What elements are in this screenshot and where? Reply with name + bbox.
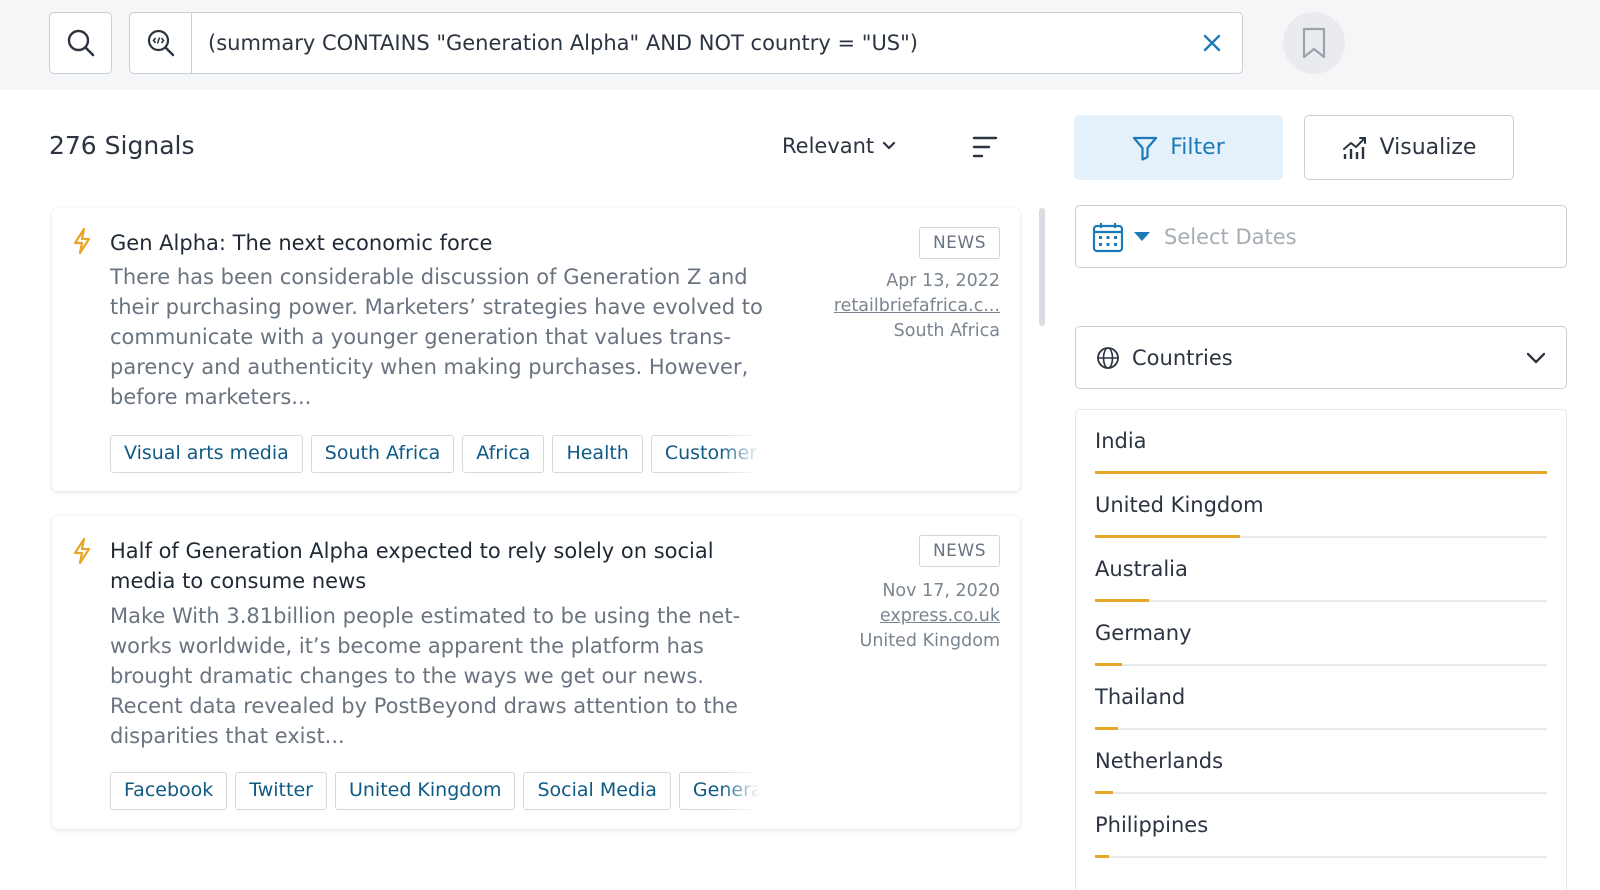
countries-list: India United Kingdom Australia Germany T… [1075, 409, 1567, 890]
country-name: Australia [1095, 557, 1188, 581]
signal-bolt-icon [73, 537, 91, 565]
signal-source-link[interactable]: retailbriefafrica.c... [740, 294, 1000, 319]
search-button[interactable] [49, 12, 112, 74]
country-item-philippines[interactable]: Philippines [1095, 794, 1547, 858]
visualize-button[interactable]: Visualize [1304, 115, 1514, 180]
country-item-united-kingdom[interactable]: United Kingdom [1095, 474, 1547, 538]
query-input[interactable]: (summary CONTAINS "Generation Alpha" AND… [192, 31, 1182, 55]
signal-country: South Africa [893, 321, 1000, 341]
tag[interactable]: Generati [678, 772, 760, 810]
country-name: Netherlands [1095, 749, 1224, 773]
tag[interactable]: Twitter [235, 772, 327, 810]
countries-dropdown[interactable]: Countries [1075, 326, 1567, 389]
tag[interactable]: Visual arts media [110, 435, 303, 473]
signals-count: 276 Signals [49, 131, 195, 160]
country-item-germany[interactable]: Germany [1095, 602, 1547, 666]
dates-placeholder: Select Dates [1164, 224, 1297, 249]
country-bar [1095, 855, 1109, 858]
chevron-down-icon [1526, 352, 1546, 363]
tag[interactable]: Customer [650, 435, 760, 473]
country-name: India [1095, 429, 1147, 453]
signal-summary: Make With 3.81billion people estimated t… [110, 604, 741, 748]
country-name: Philippines [1095, 813, 1209, 837]
date-range-picker[interactable]: Select Dates [1075, 205, 1567, 268]
signal-bolt-icon [73, 227, 91, 255]
top-bar: (summary CONTAINS "Generation Alpha" AND… [0, 0, 1600, 90]
signal-type-badge: NEWS [918, 535, 1000, 567]
tag[interactable]: Africa [462, 435, 545, 473]
countries-label: Countries [1132, 345, 1233, 370]
signal-title[interactable]: Half of Generation Alpha expected to rel… [110, 536, 750, 596]
country-item-netherlands[interactable]: Netherlands [1095, 730, 1547, 794]
signal-card[interactable]: Half of Generation Alpha expected to rel… [52, 516, 1020, 829]
signal-source-link[interactable]: express.co.uk [740, 604, 1000, 629]
sort-order-icon[interactable] [970, 132, 1000, 162]
signal-summary: There has been considerable discussion o… [110, 265, 763, 409]
filter-button[interactable]: Filter [1074, 115, 1283, 180]
signal-country: United Kingdom [859, 631, 1000, 651]
signal-card[interactable]: Gen Alpha: The next economic force There… [52, 208, 1020, 491]
tag[interactable]: Facebook [110, 772, 228, 810]
country-name: Germany [1095, 621, 1192, 645]
bookmark-button[interactable] [1283, 12, 1345, 74]
country-bar-track [1095, 856, 1547, 858]
query-field[interactable]: (summary CONTAINS "Generation Alpha" AND… [129, 12, 1243, 74]
sort-dropdown[interactable]: Relevant [782, 134, 896, 158]
signal-title[interactable]: Gen Alpha: The next economic force [110, 228, 750, 258]
bookmark-icon [1302, 27, 1326, 59]
code-search-icon [147, 29, 174, 57]
country-item-australia[interactable]: Australia [1095, 538, 1547, 602]
chart-icon [1342, 136, 1366, 159]
country-item-thailand[interactable]: Thailand [1095, 666, 1547, 730]
close-icon [1203, 34, 1221, 52]
filter-label: Filter [1170, 135, 1225, 160]
clear-query-button[interactable] [1182, 13, 1242, 73]
globe-icon [1097, 346, 1119, 369]
signal-tags: Visual arts media South Africa Africa He… [110, 435, 760, 473]
results-scrollbar[interactable] [1039, 208, 1045, 326]
chevron-down-icon [883, 141, 896, 150]
country-name: Thailand [1095, 685, 1186, 709]
tag[interactable]: United Kingdom [334, 772, 516, 810]
calendar-icon [1092, 222, 1124, 252]
tag[interactable]: Health [552, 435, 643, 473]
signal-date: Apr 13, 2022 [886, 271, 1000, 291]
tag[interactable]: Social Media [523, 772, 671, 810]
search-icon [67, 29, 94, 57]
signal-date: Nov 17, 2020 [882, 581, 1000, 601]
caret-down-icon [1134, 232, 1150, 241]
sort-label: Relevant [782, 134, 875, 158]
signal-type-badge: NEWS [918, 227, 1000, 259]
country-name: United Kingdom [1095, 493, 1264, 517]
signal-meta: Nov 17, 2020 express.co.uk United Kingdo… [740, 579, 1000, 654]
tag[interactable]: South Africa [310, 435, 455, 473]
signal-meta: Apr 13, 2022 retailbriefafrica.c... Sout… [740, 269, 1000, 344]
funnel-icon [1133, 136, 1158, 161]
query-mode-button[interactable] [130, 13, 192, 73]
signal-tags: Facebook Twitter United Kingdom Social M… [110, 772, 760, 810]
visualize-label: Visualize [1379, 135, 1477, 160]
country-item-india[interactable]: India [1095, 410, 1547, 474]
